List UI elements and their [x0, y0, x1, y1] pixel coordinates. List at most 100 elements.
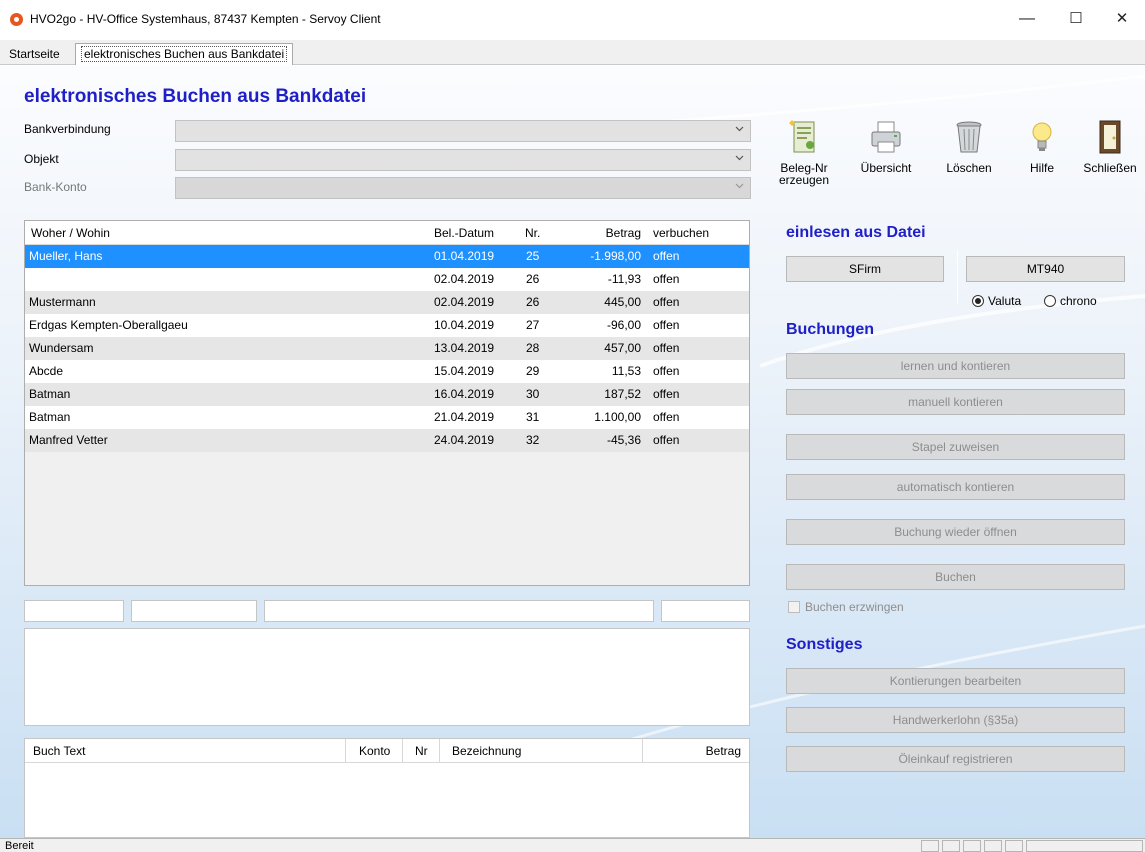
stapel-zuweisen-button[interactable]: Stapel zuweisen: [786, 434, 1125, 460]
table-row[interactable]: Mustermann 02.04.2019 26 445,00 offen: [25, 291, 749, 314]
lernen-kontieren-button[interactable]: lernen und kontieren: [786, 353, 1125, 379]
column-divider: [402, 739, 403, 763]
main-panel: elektronisches Buchen aus Bankdatei Bank…: [0, 66, 1145, 838]
cell-status: offen: [653, 295, 680, 309]
memo-textarea[interactable]: [24, 628, 750, 726]
uebersicht-button[interactable]: Übersicht: [856, 118, 916, 174]
tab-strip: Startseite elektronisches Buchen aus Ban…: [0, 40, 1145, 65]
radio-valuta-label: Valuta: [988, 294, 1022, 308]
cell-nr: 28: [526, 341, 540, 355]
beleg-nr-erzeugen-button[interactable]: Beleg-Nr erzeugen: [774, 118, 834, 186]
objekt-select[interactable]: [175, 149, 751, 171]
tab-elektronisches-buchen[interactable]: elektronisches Buchen aus Bankdatei: [75, 43, 294, 65]
oeleinkauf-registrieren-button[interactable]: Öleinkauf registrieren: [786, 746, 1125, 772]
automatisch-kontieren-button[interactable]: automatisch kontieren: [786, 474, 1125, 500]
cell-name: Batman: [29, 410, 71, 424]
mt940-button[interactable]: MT940: [966, 256, 1125, 282]
radio-chrono[interactable]: chrono: [1044, 294, 1097, 308]
cell-betrag: 187,52: [604, 387, 641, 401]
cell-date: 13.04.2019: [434, 341, 495, 355]
cell-name: Abcde: [29, 364, 64, 378]
column-divider: [642, 739, 643, 763]
column-divider: [345, 739, 346, 763]
radio-valuta[interactable]: Valuta: [972, 294, 1021, 308]
sfirm-button[interactable]: SFirm: [786, 256, 944, 282]
tab-startseite[interactable]: Startseite: [4, 44, 65, 64]
status-segment: [1026, 840, 1143, 852]
cell-nr: 27: [526, 318, 540, 332]
col-bel-datum[interactable]: Bel.-Datum: [434, 226, 494, 240]
schliessen-button[interactable]: Schließen: [1077, 118, 1143, 174]
table-row[interactable]: 02.04.2019 26 -11,93 offen: [25, 268, 749, 291]
minimize-button[interactable]: —: [1012, 6, 1042, 32]
cell-nr: 31: [526, 410, 540, 424]
status-segment: [963, 840, 981, 852]
col-verbuchen[interactable]: verbuchen: [653, 226, 709, 240]
col-bezeichnung[interactable]: Bezeichnung: [452, 744, 521, 758]
schliessen-label: Schließen: [1083, 161, 1137, 175]
col-woher-wohin[interactable]: Woher / Wohin: [31, 226, 110, 240]
col-betrag[interactable]: Betrag: [706, 744, 741, 758]
col-konto[interactable]: Konto: [359, 744, 390, 758]
status-bar: Bereit: [0, 838, 1145, 852]
cell-name: Erdgas Kempten-Oberallgaeu: [29, 318, 188, 332]
kontierungen-bearbeiten-button[interactable]: Kontierungen bearbeiten: [786, 668, 1125, 694]
cell-nr: 25: [526, 249, 540, 263]
close-window-button[interactable]: ✕: [1107, 6, 1137, 32]
buchung-wieder-oeffnen-button[interactable]: Buchung wieder öffnen: [786, 519, 1125, 545]
cell-status: offen: [653, 410, 680, 424]
status-segment: [921, 840, 939, 852]
detail-field-3[interactable]: [264, 600, 654, 622]
page-title: elektronisches Buchen aus Bankdatei: [24, 86, 367, 107]
table-row[interactable]: Erdgas Kempten-Oberallgaeu 10.04.2019 27…: [25, 314, 749, 337]
col-nr[interactable]: Nr.: [525, 226, 540, 240]
section-divider: [957, 250, 958, 304]
table-row[interactable]: Abcde 15.04.2019 29 11,53 offen: [25, 360, 749, 383]
booking-table[interactable]: Buch Text Konto Nr Bezeichnung Betrag: [24, 738, 750, 838]
table-row[interactable]: Wundersam 13.04.2019 28 457,00 offen: [25, 337, 749, 360]
col-buch-text[interactable]: Buch Text: [33, 744, 85, 758]
detail-field-1[interactable]: [24, 600, 124, 622]
table-row[interactable]: Batman 16.04.2019 30 187,52 offen: [25, 383, 749, 406]
detail-field-2[interactable]: [131, 600, 257, 622]
cell-nr: 29: [526, 364, 540, 378]
beleg-nr-label-2: erzeugen: [778, 173, 830, 187]
bankverbindung-select[interactable]: [175, 120, 751, 142]
chevron-down-icon: [735, 126, 744, 132]
cell-name: Wundersam: [29, 341, 94, 355]
cell-date: 16.04.2019: [434, 387, 495, 401]
cell-betrag: 1.100,00: [594, 410, 641, 424]
bank-konto-select[interactable]: [175, 177, 751, 199]
cell-nr: 26: [526, 272, 540, 286]
table-header: Woher / Wohin Bel.-Datum Nr. Betrag verb…: [25, 221, 749, 245]
hilfe-label: Hilfe: [1029, 161, 1054, 175]
detail-field-4[interactable]: [661, 600, 750, 622]
table-row[interactable]: Mueller, Hans 01.04.2019 25 -1.998,00 of…: [25, 245, 749, 268]
col-betrag[interactable]: Betrag: [606, 226, 641, 240]
status-text: Bereit: [5, 840, 34, 852]
table-row[interactable]: Manfred Vetter 24.04.2019 32 -45,36 offe…: [25, 429, 749, 452]
hilfe-button[interactable]: Hilfe: [1012, 118, 1072, 174]
cell-nr: 32: [526, 433, 540, 447]
window-titlebar: HVO2go - HV-Office Systemhaus, 87437 Kem…: [0, 0, 1145, 40]
status-segment: [984, 840, 1002, 852]
buchen-erzwingen-checkbox[interactable]: Buchen erzwingen: [788, 600, 904, 614]
handwerkerlohn-button[interactable]: Handwerkerlohn (§35a): [786, 707, 1125, 733]
table-row[interactable]: Batman 21.04.2019 31 1.100,00 offen: [25, 406, 749, 429]
cell-status: offen: [653, 272, 680, 286]
buchen-button[interactable]: Buchen: [786, 564, 1125, 590]
objekt-label: Objekt: [24, 152, 59, 166]
radio-selected-icon: [972, 295, 984, 307]
chevron-down-icon: [735, 183, 744, 189]
radio-chrono-label: chrono: [1060, 294, 1097, 308]
loeschen-button[interactable]: Löschen: [939, 118, 999, 174]
transactions-table[interactable]: Woher / Wohin Bel.-Datum Nr. Betrag verb…: [24, 220, 750, 586]
app-logo-icon: [10, 13, 23, 26]
cell-betrag: 445,00: [604, 295, 641, 309]
cell-status: offen: [653, 318, 680, 332]
manuell-kontieren-button[interactable]: manuell kontieren: [786, 389, 1125, 415]
maximize-button[interactable]: ☐: [1061, 6, 1091, 32]
printer-icon: [871, 121, 901, 153]
cell-betrag: -11,93: [607, 272, 641, 286]
col-nr[interactable]: Nr: [415, 744, 428, 758]
